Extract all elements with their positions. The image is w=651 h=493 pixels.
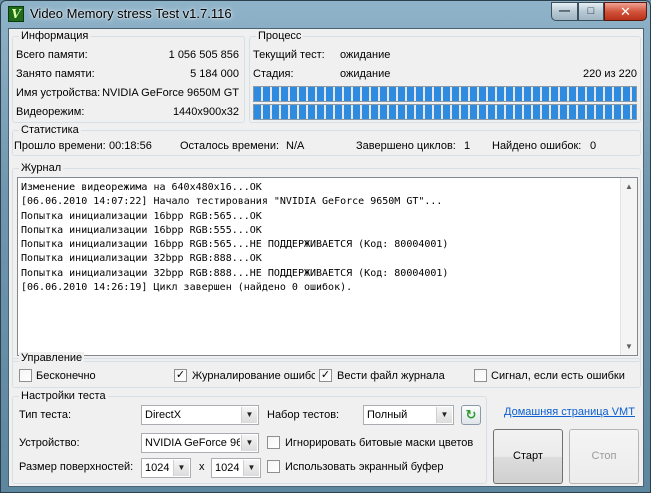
test-progress-bar bbox=[253, 104, 637, 120]
journal-line: [06.06.2010 14:07:22] Начало тестировани… bbox=[21, 196, 443, 208]
journal-lines: Изменение видеорежима на 640x480x16...OK… bbox=[21, 181, 619, 295]
info-group: Информация Всего памяти: 1 056 505 856 З… bbox=[12, 30, 245, 123]
endless-label: Бесконечно bbox=[36, 370, 96, 382]
refresh-icon[interactable]: ↻ bbox=[461, 405, 481, 425]
screen-buffer-label: Использовать экранный буфер bbox=[285, 461, 444, 473]
screen-buffer-checkbox[interactable] bbox=[267, 460, 280, 473]
ignore-masks-label: Игнорировать битовые маски цветов bbox=[285, 437, 474, 449]
journal-line: [06.06.2010 14:26:19] Цикл завершен (най… bbox=[21, 282, 353, 294]
process-group-title: Процесс bbox=[256, 30, 304, 42]
journal-line: Попытка инициализации 16bpp RGB:565...НЕ… bbox=[21, 239, 449, 251]
cycles-value: 1 bbox=[464, 140, 471, 152]
app-window: V Video Memory stress Test v1.7.116 — □ … bbox=[0, 0, 651, 493]
device-name-value: NVIDIA GeForce 9650M GT bbox=[102, 87, 239, 99]
client-area: Информация Всего памяти: 1 056 505 856 З… bbox=[8, 28, 644, 487]
device-select[interactable]: NVIDIA GeForce 965 ▼ bbox=[141, 433, 259, 453]
minimize-button[interactable]: — bbox=[551, 2, 578, 21]
surface-width-value: 1024 bbox=[145, 462, 170, 474]
video-mode-label: Видеорежим: bbox=[16, 106, 85, 118]
device-value: NVIDIA GeForce 965 bbox=[145, 437, 240, 449]
used-memory-value: 5 184 000 bbox=[190, 68, 239, 80]
remaining-value: N/A bbox=[286, 140, 305, 152]
title-bar[interactable]: V Video Memory stress Test v1.7.116 — □ … bbox=[1, 1, 650, 28]
maximize-button[interactable]: □ bbox=[578, 2, 604, 21]
video-mode-value: 1440x900x32 bbox=[172, 106, 239, 118]
chevron-down-icon[interactable]: ▼ bbox=[173, 460, 189, 476]
used-memory-label: Занято памяти: bbox=[16, 68, 95, 80]
elapsed-value: 00:18:56 bbox=[109, 140, 152, 152]
surface-height-value: 1024 bbox=[215, 462, 240, 474]
journal-log[interactable]: Изменение видеорежима на 640x480x16...OK… bbox=[17, 177, 638, 356]
stage-value: ожидание bbox=[340, 68, 391, 80]
journal-line: Изменение видеорежима на 640x480x16...OK bbox=[21, 182, 262, 193]
surface-height-select[interactable]: 1024 ▼ bbox=[211, 458, 261, 478]
log-errors-checkbox[interactable]: ✓ bbox=[174, 369, 187, 382]
control-group-title: Управление bbox=[19, 352, 85, 364]
settings-group-title: Настройки теста bbox=[19, 390, 108, 402]
stats-group-title: Статистика bbox=[19, 124, 81, 136]
chevron-down-icon[interactable]: ▼ bbox=[241, 435, 257, 451]
errors-value: 0 bbox=[590, 140, 597, 152]
stop-button[interactable]: Стоп bbox=[569, 429, 639, 484]
log-errors-label: Журналирование ошибс bbox=[192, 370, 315, 382]
stage-progress-fill bbox=[254, 87, 636, 101]
journal-line: Попытка инициализации 32bpp RGB:888...OK bbox=[21, 253, 262, 265]
elapsed-label: Прошло времени: bbox=[14, 140, 106, 152]
chevron-down-icon[interactable]: ▼ bbox=[436, 407, 452, 423]
window-title: Video Memory stress Test v1.7.116 bbox=[30, 6, 232, 21]
cycles-label: Завершено циклов: bbox=[356, 140, 456, 152]
stage-label: Стадия: bbox=[253, 68, 294, 80]
journal-scrollbar[interactable]: ▲ ▼ bbox=[620, 178, 637, 355]
process-group: Процесс Текущий тест: ожидание Стадия: о… bbox=[249, 30, 641, 123]
test-set-label: Набор тестов: bbox=[267, 409, 340, 421]
keep-log-label: Вести файл журнала bbox=[337, 370, 445, 382]
scroll-down-icon[interactable]: ▼ bbox=[621, 338, 637, 355]
chevron-down-icon[interactable]: ▼ bbox=[243, 460, 259, 476]
surface-width-select[interactable]: 1024 ▼ bbox=[141, 458, 191, 478]
endless-checkbox[interactable] bbox=[19, 369, 32, 382]
ignore-masks-checkbox[interactable] bbox=[267, 436, 280, 449]
test-set-select[interactable]: Полный ▼ bbox=[363, 405, 454, 425]
total-memory-value: 1 056 505 856 bbox=[168, 49, 239, 61]
times-sign: x bbox=[199, 461, 205, 473]
signal-checkbox[interactable] bbox=[474, 369, 487, 382]
remaining-label: Осталось времени: bbox=[180, 140, 280, 152]
device-name-label: Имя устройства: bbox=[16, 87, 101, 99]
scroll-up-icon[interactable]: ▲ bbox=[621, 178, 637, 195]
stage-count: 220 из 220 bbox=[582, 68, 637, 80]
device-label: Устройство: bbox=[19, 437, 80, 449]
test-type-label: Тип теста: bbox=[19, 409, 72, 421]
journal-group-title: Журнал bbox=[19, 162, 64, 174]
close-button[interactable]: ✕ bbox=[604, 2, 647, 21]
surface-size-label: Размер поверхностей: bbox=[19, 461, 134, 473]
test-type-value: DirectX bbox=[145, 409, 182, 421]
current-test-label: Текущий тест: bbox=[253, 49, 325, 61]
chevron-down-icon[interactable]: ▼ bbox=[241, 407, 257, 423]
app-icon[interactable]: V bbox=[8, 6, 24, 22]
journal-line: Попытка инициализации 32bpp RGB:888...НЕ… bbox=[21, 267, 449, 279]
stats-group: Статистика Прошло времени: 00:18:56 Оста… bbox=[12, 124, 641, 156]
start-button[interactable]: Старт bbox=[493, 429, 563, 484]
stage-progress-bar bbox=[253, 86, 637, 102]
test-set-value: Полный bbox=[367, 409, 408, 421]
total-memory-label: Всего памяти: bbox=[16, 49, 88, 61]
errors-label: Найдено ошибок: bbox=[492, 140, 582, 152]
journal-line: Попытка инициализации 16bpp RGB:555...OK bbox=[21, 224, 262, 236]
homepage-link[interactable]: Домашняя страница VMT bbox=[504, 406, 635, 419]
keep-log-checkbox[interactable]: ✓ bbox=[319, 369, 332, 382]
test-type-select[interactable]: DirectX ▼ bbox=[141, 405, 259, 425]
signal-label: Сигнал, если есть ошибки bbox=[491, 370, 625, 382]
current-test-value: ожидание bbox=[340, 49, 391, 61]
info-group-title: Информация bbox=[19, 30, 91, 42]
journal-line: Попытка инициализации 16bpp RGB:565...OK bbox=[21, 210, 262, 222]
test-progress-fill bbox=[254, 105, 636, 119]
